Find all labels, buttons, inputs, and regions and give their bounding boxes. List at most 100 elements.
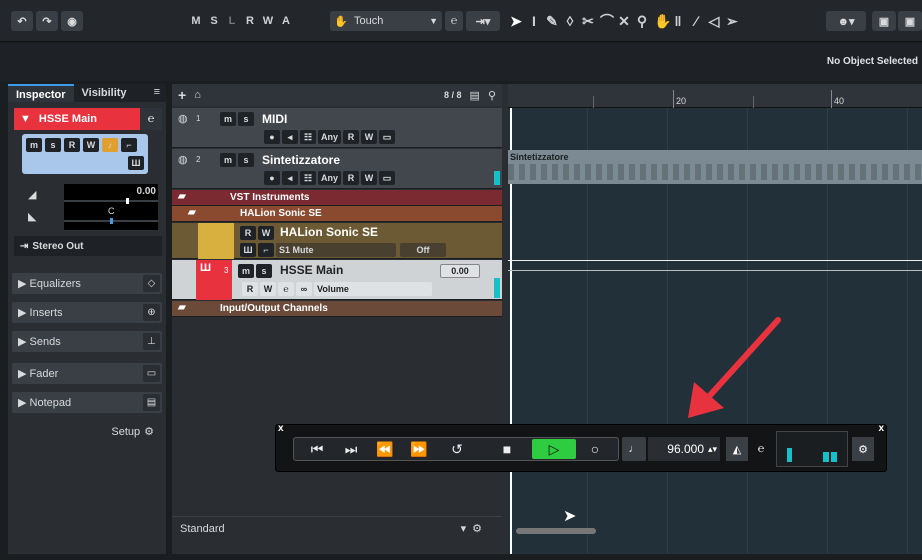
any-channel[interactable]: Any <box>318 171 342 185</box>
track-sintetizzatore[interactable]: ◍ 2 m s Sintetizzatore ● ◂ ☷ Any R W ▭ <box>172 149 502 189</box>
automation-mode-button[interactable]: A <box>280 15 292 27</box>
input-icon[interactable]: ☷ <box>300 171 316 185</box>
mute-mode-button[interactable]: M <box>190 15 202 27</box>
keyboard-icon[interactable]: Ш <box>128 156 144 170</box>
write-button[interactable]: W <box>260 282 276 296</box>
folder-vst-instruments[interactable]: ▰ VST Instruments <box>172 190 502 206</box>
speaker-icon[interactable]: ◁ <box>708 13 720 30</box>
track-hsse-main[interactable]: Ш 3 m s HSSE Main 0.00 R W ℮ ∞ Volume <box>172 260 502 300</box>
write-button[interactable]: W <box>83 138 99 152</box>
input-icon[interactable]: ☷ <box>300 130 316 144</box>
gear-icon[interactable]: ⚙ <box>852 437 874 461</box>
color-tool-icon[interactable]: ➢ <box>726 13 738 30</box>
read-mode-button[interactable]: R <box>244 15 256 27</box>
output-routing[interactable]: ⇥ Stereo Out <box>14 236 162 256</box>
mute-button[interactable]: m <box>220 112 236 126</box>
tempo-display[interactable]: 96.000 ▴▾ <box>648 437 720 461</box>
section-inserts[interactable]: ▶ Inserts ⊕ <box>12 302 162 323</box>
layout-left-icon[interactable]: ▣ <box>872 11 896 31</box>
cycle-icon[interactable]: ↺ <box>444 439 470 459</box>
read-button[interactable]: R <box>343 130 360 144</box>
lock-icon[interactable]: ⌐ <box>258 243 274 257</box>
gear-icon[interactable]: ⚙ <box>472 522 482 535</box>
setup-button[interactable]: Setup ⚙ <box>111 425 154 439</box>
tab-inspector[interactable]: Inspector <box>8 84 74 102</box>
param-select[interactable]: S1 Mute <box>276 243 396 257</box>
link-icon[interactable]: ∞ <box>296 282 312 296</box>
volume-value[interactable]: 0.00 <box>440 264 480 278</box>
keyboard-icon[interactable]: Ш <box>240 243 256 257</box>
close-icon[interactable]: x <box>278 423 284 434</box>
line-tool-icon[interactable]: ∕ <box>690 13 702 29</box>
write-mode-button[interactable]: W <box>262 15 274 27</box>
edit-instrument-icon[interactable]: ℮ <box>140 108 162 130</box>
listen-mode-button[interactable]: L <box>226 15 238 27</box>
lock-button[interactable]: ⌐ <box>121 138 137 152</box>
pencil-icon[interactable]: ✎ <box>546 13 558 30</box>
write-button[interactable]: W <box>361 130 378 144</box>
solo-button[interactable]: s <box>238 153 254 167</box>
track-view-icon[interactable]: ▤ <box>470 89 480 102</box>
rewind-icon[interactable]: ⏪ <box>372 439 398 459</box>
ruler[interactable]: 20 40 <box>508 84 922 108</box>
folder-input-output-channels[interactable]: ▰ Input/Output Channels <box>172 301 502 317</box>
edit-icon[interactable]: ℮ <box>278 282 294 296</box>
add-track-icon[interactable]: + <box>178 87 186 103</box>
section-notepad[interactable]: ▶ Notepad ▤ <box>12 392 162 413</box>
automation-param-select[interactable]: Volume <box>314 282 432 296</box>
solo-button[interactable]: s <box>256 264 272 278</box>
param-value[interactable]: Off <box>400 243 446 257</box>
record-icon[interactable]: ● <box>264 171 280 185</box>
mute-tool-icon[interactable]: ✕ <box>618 13 630 30</box>
write-button[interactable]: W <box>258 226 274 240</box>
keyboard-icon[interactable]: ▭ <box>379 171 396 185</box>
visibility-preset[interactable]: Standard <box>180 523 225 535</box>
forward-icon[interactable]: ⏩ <box>406 439 432 459</box>
undo-icon[interactable]: ↶ <box>11 11 33 31</box>
timewarp-icon[interactable]: ‖ <box>672 13 684 29</box>
metronome-icon[interactable]: ◭ <box>726 437 748 461</box>
section-fader[interactable]: ▶ Fader ▭ <box>12 363 162 384</box>
stop-icon[interactable]: ■ <box>494 439 520 459</box>
mute-button[interactable]: m <box>220 153 236 167</box>
solo-button[interactable]: s <box>45 138 61 152</box>
midi-part[interactable]: Sintetizzatore <box>508 150 922 184</box>
read-button[interactable]: R <box>242 282 258 296</box>
constrain-delay-icon[interactable]: ℮ <box>445 11 463 31</box>
range-tool-icon[interactable]: I <box>528 13 540 29</box>
home-icon[interactable]: ⌂ <box>194 89 201 101</box>
section-equalizers[interactable]: ▶ Equalizers ◇ <box>12 273 162 294</box>
eraser-icon[interactable]: ◊ <box>564 13 576 29</box>
layout-right-icon[interactable]: ▣ <box>898 11 922 31</box>
tab-visibility[interactable]: Visibility <box>74 84 135 102</box>
snap-icon[interactable]: ⇥▾ <box>466 11 500 31</box>
object-select-icon[interactable]: ➤ <box>510 13 522 30</box>
search-icon[interactable]: ⚲ <box>488 89 496 102</box>
play-button[interactable]: ▷ <box>532 439 576 459</box>
zoom-icon[interactable]: ⚲ <box>636 13 648 30</box>
horizontal-scrollbar[interactable] <box>516 528 596 534</box>
track-midi[interactable]: ◍ 1 m s MIDI ● ◂ ☷ Any R W ▭ <box>172 108 502 148</box>
face-menu-icon[interactable]: ☻▾ <box>826 11 866 31</box>
keyboard-icon[interactable]: ▭ <box>379 130 396 144</box>
edit-icon[interactable]: ℮ <box>750 437 772 461</box>
tempo-track-icon[interactable]: ♩ <box>622 437 646 461</box>
automation-mode-select[interactable]: ✋ Touch ▼ <box>330 11 442 31</box>
go-to-start-icon[interactable]: ⏮ <box>304 439 330 459</box>
any-channel[interactable]: Any <box>318 130 342 144</box>
read-button[interactable]: R <box>343 171 360 185</box>
hand-icon[interactable]: ✋ <box>654 13 671 30</box>
glue-icon[interactable]: ⌒ <box>600 11 614 31</box>
volume-pan-display[interactable]: 0.00 C <box>64 184 158 230</box>
monitor-button[interactable]: ♪ <box>102 138 118 152</box>
read-button[interactable]: R <box>64 138 80 152</box>
folder-halion-sonic-se[interactable]: ▰ HALion Sonic SE <box>172 206 502 222</box>
scissors-icon[interactable]: ✂ <box>582 13 594 30</box>
solo-button[interactable]: s <box>238 112 254 126</box>
monitor-icon[interactable]: ◂ <box>282 130 298 144</box>
history-icon[interactable]: ◉ <box>61 11 83 31</box>
section-sends[interactable]: ▶ Sends ⊥ <box>12 331 162 352</box>
go-to-end-icon[interactable]: ⏭ <box>338 439 364 459</box>
track-name-header[interactable]: ▼ HSSE Main ℮ <box>14 108 162 130</box>
record-icon[interactable]: ○ <box>582 439 608 459</box>
